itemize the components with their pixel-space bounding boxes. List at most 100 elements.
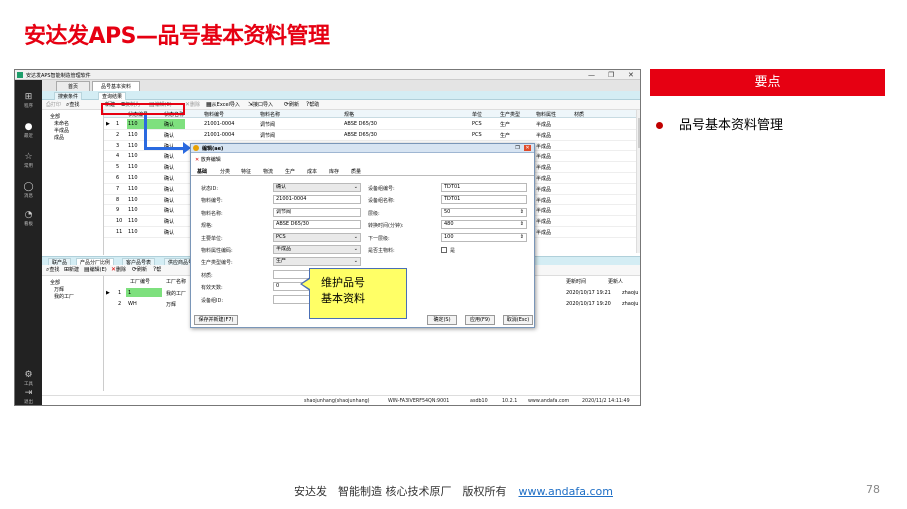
column-header[interactable]: 更新人 [608,278,623,285]
tab-inventory[interactable]: 库存 [329,168,339,175]
spinner-icon[interactable]: ⇕ [520,221,524,228]
column-header[interactable]: 工厂编号 [130,278,150,285]
tab-basic[interactable]: 基础 [197,168,207,175]
query-button[interactable]: ⌕查找 [66,101,79,109]
field-label: 物料编号: [201,198,223,205]
table-cell: 8 [116,196,120,203]
sidebar-item-recent[interactable]: ● 最近 [15,122,42,139]
delete-button[interactable]: ✕删除 [185,101,200,109]
print-button[interactable]: ⎙打印 [46,101,61,109]
maximize-icon[interactable]: ❐ [608,70,614,80]
table-cell: 半成品 [536,143,552,150]
table-cell: 调节阀 [260,132,276,139]
tab-production[interactable]: 生产 [285,168,295,175]
callout-note: 维护品号 基本资料 [309,268,407,319]
text-field[interactable]: ABSE D65/30 [273,220,361,230]
detail-edit-button[interactable]: ▤编辑(E) [84,266,107,274]
apply-button[interactable]: 应用(F9) [465,315,495,325]
text-field[interactable]: 21001-0004 [273,195,361,205]
column-header[interactable]: 物料名称 [260,111,280,118]
chevron-down-icon[interactable]: ⌄ [354,246,358,253]
select-field[interactable]: 半成品 ⌄ [273,245,361,254]
sidebar-item-favorites[interactable]: ☆ 常用 [15,152,42,169]
tree-node[interactable]: 半成品 [54,127,69,134]
table-cell: 110 [128,218,138,225]
table-cell: 确认 [164,176,175,182]
detail-refresh-button[interactable]: ⟳刷新 [132,266,147,274]
chevron-down-icon[interactable]: ⌄ [354,258,358,265]
column-header[interactable]: 规格 [344,111,354,118]
tab-search-conditions[interactable]: 搜索条件 [54,92,83,100]
refresh-button[interactable]: ⟳刷新 [284,101,299,109]
sidebar-item-messages[interactable]: ◯ 消息 [15,182,42,199]
close-icon: ✕ [195,157,200,163]
field-label: 材质: [201,272,213,279]
select-field[interactable]: PCS ⌄ [273,232,361,242]
text-field[interactable]: 调节阀 [273,207,361,217]
grid-scrollbar[interactable] [636,110,640,253]
tab-logistics[interactable]: 物流 [263,168,273,175]
tab-quality[interactable]: 质量 [351,168,361,175]
tree-node[interactable]: 我的工厂 [54,293,74,300]
column-header[interactable]: 物料属性 [536,111,556,118]
sidebar-item-tools[interactable]: ⚙ 工具 [15,370,42,387]
table-cell: 110 [128,131,138,138]
detail-new-button[interactable]: ⊞新建 [64,266,79,274]
column-header[interactable]: 工厂名称 [166,278,186,285]
cancel-button[interactable]: 取消(Esc) [503,315,533,325]
interface-import-button[interactable]: ⇲接口导入 [248,101,273,109]
left-sidebar: ⊞ 程序 ● 最近 ☆ 常用 ◯ 消息 ◔ 看板 ⚙ 工具 ⇥ 退出 [15,80,42,405]
chevron-down-icon[interactable]: ⌄ [354,234,358,241]
sidebar-item-dashboard[interactable]: ◔ 看板 [15,210,42,227]
table-cell: 确认 [164,219,175,226]
sidebar-item-programs[interactable]: ⊞ 程序 [15,92,42,109]
save-and-new-button[interactable]: 保存并新建(F7) [194,315,238,325]
column-header[interactable]: 单位 [472,111,482,118]
column-header[interactable]: 材质 [574,111,584,118]
sidebar-item-logout[interactable]: ⇥ 退出 [15,388,42,405]
text-field[interactable]: 100 ⇕ [441,232,527,242]
dialog-close-icon[interactable]: ✕ [524,145,531,151]
select-field[interactable]: 确认 ⌄ [273,183,361,192]
tab-home[interactable]: 首页 [56,81,90,91]
tab-query-results[interactable]: 查询结果 [98,92,127,100]
text-field[interactable]: 50 ⇕ [441,207,527,217]
detail-help-button[interactable]: ?帮 [153,266,161,274]
tab-category[interactable]: 分类 [220,168,230,175]
tab-cost[interactable]: 成本 [307,168,317,175]
chevron-down-icon[interactable]: ⌄ [354,184,358,191]
minimize-icon[interactable]: — [588,70,595,80]
spinner-icon[interactable]: ⇕ [520,209,524,216]
excel-import-button[interactable]: ▦从Excel导入 [206,101,240,109]
column-header[interactable]: 物料编号 [204,111,224,118]
selected-cell[interactable] [126,288,162,297]
help-button[interactable]: ?帮助 [306,101,319,109]
text-field[interactable]: 480 ⇕ [441,220,527,230]
tab-feature[interactable]: 特征 [241,168,251,175]
field-label: 设备组ID: [201,297,224,304]
text-field[interactable]: TDT01 [441,183,527,192]
detail-query-button[interactable]: ⌕查找 [46,266,59,274]
detail-delete-button[interactable]: ✕删除 [111,266,126,274]
select-field[interactable]: 生产 ⌄ [273,257,361,267]
text-field[interactable]: TDT01 [441,195,527,205]
table-row[interactable]: 2 110 确认 21001-0004 调节阀 ABSE D65/30 PCS 生产 半成品 [104,130,636,141]
tree-node[interactable]: 未命名 [54,120,69,127]
main-material-checkbox[interactable] [441,247,447,253]
tree-node[interactable]: 全部 [50,113,60,120]
tree-node[interactable]: 成品 [54,134,64,141]
footer-link[interactable]: www.andafa.com [518,485,613,498]
column-header[interactable]: 更新时间 [566,278,586,285]
table-row[interactable]: ▶ 1 110 确认 21001-0004 调节阀 ABSE D65/30 PCS 生产 半成品 [104,119,636,130]
tab-item-master[interactable]: 品号基本资料 [92,81,140,91]
ok-button[interactable]: 确定(S) [427,315,457,325]
dialog-restore-icon[interactable]: ❐ [514,145,521,151]
table-cell: 5 [116,164,120,171]
field-label: 层级: [368,210,380,217]
close-icon[interactable]: ✕ [628,70,634,80]
spinner-icon[interactable]: ⇕ [520,234,524,241]
cancel-edit-button[interactable]: ✕ 放弃编辑 [195,156,221,163]
tree-node[interactable]: 万辉 [54,286,64,293]
tree-node[interactable]: 全部 [50,279,60,286]
column-header[interactable]: 生产类型 [500,111,520,118]
